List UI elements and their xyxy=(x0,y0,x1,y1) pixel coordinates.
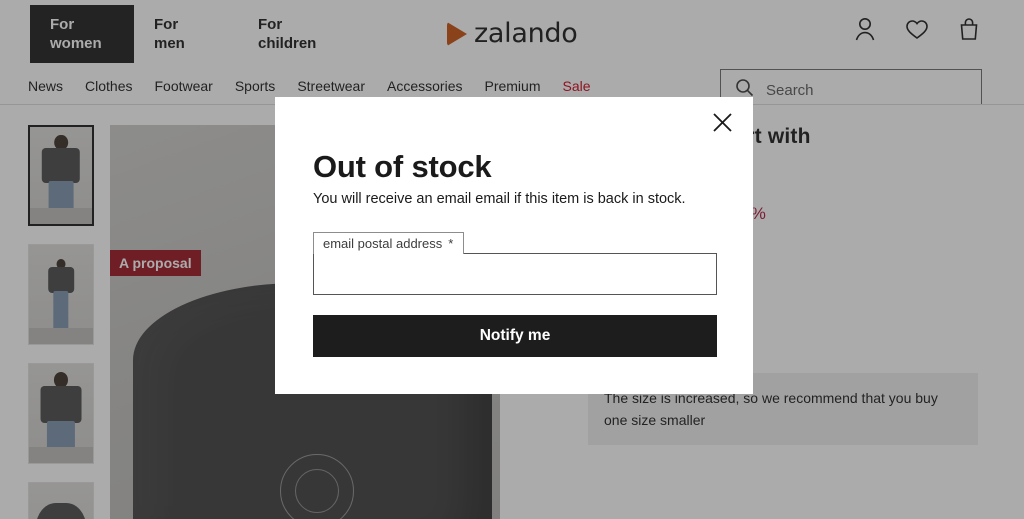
modal-subtitle: You will receive an email email if this … xyxy=(313,191,686,207)
email-field-group: email postal address * xyxy=(313,232,717,295)
email-field-label: email postal address * xyxy=(313,232,465,254)
modal-body: Out of stock You will receive an email e… xyxy=(313,149,717,207)
page-root: For women For men For children zalando N… xyxy=(0,0,1024,519)
notify-me-button[interactable]: Notify me xyxy=(313,315,717,357)
close-icon[interactable] xyxy=(707,107,737,137)
required-mark: * xyxy=(448,236,454,251)
email-input[interactable] xyxy=(313,253,717,295)
email-field-label-text: email postal address xyxy=(323,236,443,251)
modal-title: Out of stock xyxy=(313,149,492,184)
out-of-stock-modal: Out of stock You will receive an email e… xyxy=(275,97,753,394)
